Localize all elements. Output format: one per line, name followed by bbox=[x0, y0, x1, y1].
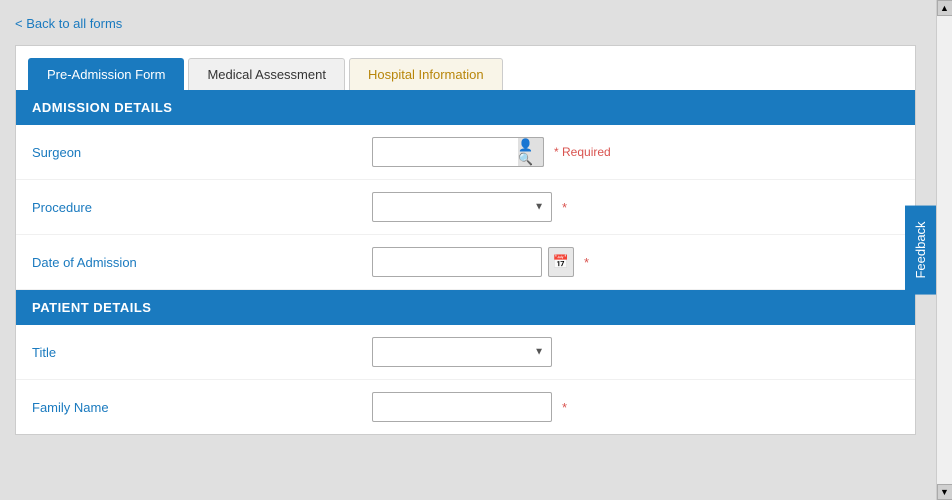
back-to-forms-link[interactable]: < Back to all forms bbox=[15, 16, 122, 31]
calendar-icon: 📅 bbox=[553, 254, 569, 270]
scrollbar: ▲ ▼ bbox=[936, 0, 952, 500]
label-surgeon: Surgeon bbox=[32, 145, 372, 160]
family-name-input[interactable] bbox=[372, 392, 552, 422]
tab-pre-admission[interactable]: Pre-Admission Form bbox=[28, 58, 184, 90]
scroll-down-button[interactable]: ▼ bbox=[937, 484, 952, 500]
tab-medical-assessment[interactable]: Medical Assessment bbox=[188, 58, 345, 90]
form-row-procedure: Procedure * bbox=[16, 180, 915, 235]
date-admission-input[interactable] bbox=[372, 247, 542, 277]
title-control bbox=[372, 337, 552, 367]
calendar-button[interactable]: 📅 bbox=[548, 247, 574, 277]
family-name-required-star: * bbox=[562, 400, 567, 415]
form-row-title: Title bbox=[16, 325, 915, 380]
tab-hospital-information[interactable]: Hospital Information bbox=[349, 58, 503, 90]
scroll-track bbox=[937, 16, 952, 484]
scroll-up-button[interactable]: ▲ bbox=[937, 0, 952, 16]
surgeon-input-wrapper: 👤🔍 bbox=[372, 137, 544, 167]
tab-bar: Pre-Admission Form Medical Assessment Ho… bbox=[16, 46, 915, 90]
form-row-surgeon: Surgeon 👤🔍 * Required bbox=[16, 125, 915, 180]
label-procedure: Procedure bbox=[32, 200, 372, 215]
label-date-admission: Date of Admission bbox=[32, 255, 372, 270]
form-row-family-name: Family Name * bbox=[16, 380, 915, 434]
surgeon-control: 👤🔍 * Required bbox=[372, 137, 611, 167]
section-header-patient: PATIENT DETAILS bbox=[16, 290, 915, 325]
feedback-button[interactable]: Feedback bbox=[905, 205, 936, 294]
title-select-wrapper bbox=[372, 337, 552, 367]
surgeon-search-icon[interactable]: 👤🔍 bbox=[518, 137, 544, 167]
family-name-control: * bbox=[372, 392, 567, 422]
form-row-date-admission: Date of Admission 📅 * bbox=[16, 235, 915, 290]
title-select[interactable] bbox=[372, 337, 552, 367]
procedure-select[interactable] bbox=[372, 192, 552, 222]
scroll-up-icon: ▲ bbox=[940, 3, 949, 13]
section-header-admission: ADMISSION DETAILS bbox=[16, 90, 915, 125]
date-required-star: * bbox=[584, 255, 589, 270]
scroll-down-icon: ▼ bbox=[940, 487, 949, 497]
label-title: Title bbox=[32, 345, 372, 360]
date-admission-control: 📅 * bbox=[372, 247, 589, 277]
procedure-required-star: * bbox=[562, 200, 567, 215]
form-container: Pre-Admission Form Medical Assessment Ho… bbox=[15, 45, 916, 435]
label-family-name: Family Name bbox=[32, 400, 372, 415]
form-body: ADMISSION DETAILS Surgeon 👤🔍 bbox=[16, 90, 915, 434]
surgeon-required-text: * Required bbox=[554, 145, 611, 159]
procedure-control: * bbox=[372, 192, 567, 222]
procedure-select-wrapper bbox=[372, 192, 552, 222]
